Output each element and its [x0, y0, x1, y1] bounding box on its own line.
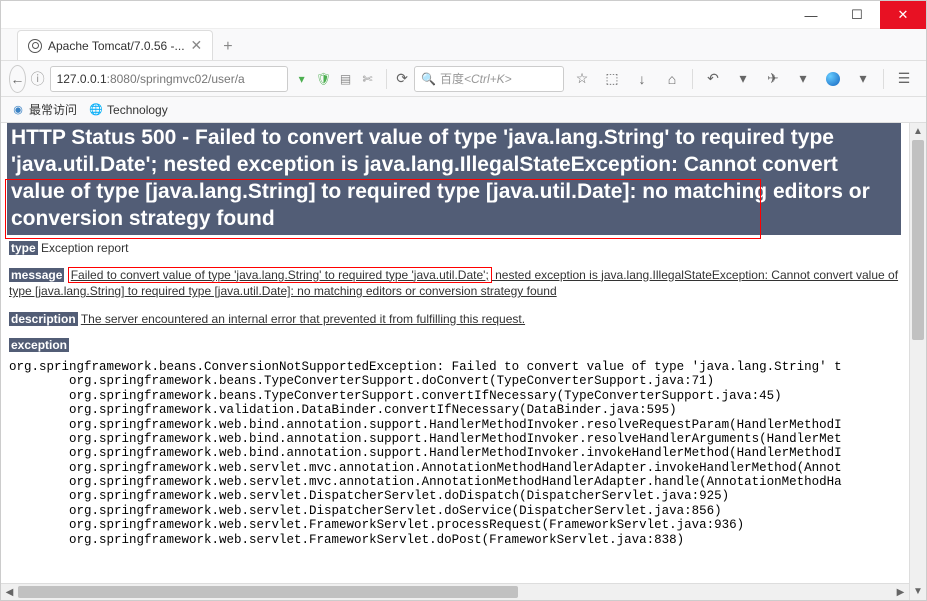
dropdown-icon[interactable]: ▾	[849, 65, 877, 93]
url-bar[interactable]: 127.0.0.1:8080/springmvc02/user/a	[50, 66, 288, 92]
scroll-down-button[interactable]: ▼	[910, 583, 926, 600]
type-value: Exception report	[38, 241, 129, 255]
reader-icon[interactable]: ▤	[336, 69, 356, 89]
scroll-right-button[interactable]: ▶	[892, 584, 909, 600]
description-section: description The server encountered an in…	[1, 306, 909, 332]
search-engine-icon: 🔍	[421, 72, 436, 86]
bookmark-technology[interactable]: 🌐 Technology	[89, 103, 168, 117]
tab-title: Apache Tomcat/7.0.56 -...	[48, 39, 185, 53]
scroll-h-thumb[interactable]	[18, 586, 518, 598]
identity-icon[interactable]: ⓘ	[30, 65, 46, 93]
ie-globe-icon[interactable]	[819, 65, 847, 93]
divider	[692, 69, 693, 89]
close-button[interactable]: ✕	[880, 1, 926, 29]
window-controls: — ☐ ✕	[1, 1, 926, 29]
screenshot-icon[interactable]: ✄	[358, 69, 378, 89]
nav-toolbar: ← ⓘ 127.0.0.1:8080/springmvc02/user/a ▾ …	[1, 61, 926, 97]
most-visited-icon: ◉	[11, 103, 25, 117]
security-check-icon[interactable]: 🛡	[314, 69, 334, 89]
bookmarks-bar: ◉ 最常访问 🌐 Technology	[1, 97, 926, 123]
maximize-button[interactable]: ☐	[834, 1, 880, 29]
url-path: /springmvc02/user/a	[137, 72, 245, 86]
message-section: message Failed to convert value of type …	[1, 261, 909, 307]
search-hint: <Ctrl+K>	[464, 72, 512, 86]
message-text: Failed to convert value of type 'java.la…	[9, 267, 898, 299]
globe-icon: 🌐	[89, 103, 103, 117]
tomcat-favicon	[28, 39, 42, 53]
tab-bar: Apache Tomcat/7.0.56 -... ✕ +	[1, 29, 926, 61]
bookmark-label: Technology	[107, 103, 168, 117]
search-box[interactable]: 🔍 百度 <Ctrl+K>	[414, 66, 564, 92]
security-icons: ▾ 🛡 ▤ ✄	[292, 69, 378, 89]
description-label: description	[9, 312, 78, 326]
shield-icon[interactable]: ▾	[292, 69, 312, 89]
scroll-track[interactable]	[910, 140, 926, 583]
type-section: type Exception report	[1, 235, 909, 261]
type-label: type	[9, 241, 38, 255]
tab-close-icon[interactable]: ✕	[191, 37, 203, 54]
url-port: :8080	[107, 72, 137, 86]
exception-label: exception	[9, 338, 69, 352]
stack-trace: org.springframework.beans.ConversionNotS…	[1, 358, 909, 549]
back-button[interactable]: ←	[9, 65, 26, 93]
toolbar-right: ☆ ⬚ ↓ ⌂ ↶ ▾ ✈ ▾ ▾ ☰	[568, 65, 918, 93]
dropdown-icon[interactable]: ▾	[729, 65, 757, 93]
minimize-button[interactable]: —	[788, 1, 834, 29]
tab-tomcat-error[interactable]: Apache Tomcat/7.0.56 -... ✕	[17, 30, 213, 60]
search-label: 百度	[440, 70, 464, 87]
scroll-h-track[interactable]	[18, 584, 892, 600]
vertical-scrollbar[interactable]: ▲ ▼	[909, 123, 926, 600]
hamburger-menu-icon[interactable]: ☰	[890, 65, 918, 93]
reload-button[interactable]: ⟳	[394, 65, 410, 93]
annotation-box-message: Failed to convert value of type 'java.la…	[68, 267, 492, 283]
downloads-icon[interactable]: ↓	[628, 65, 656, 93]
dropdown-icon[interactable]: ▾	[789, 65, 817, 93]
scroll-up-button[interactable]: ▲	[910, 123, 926, 140]
divider	[883, 69, 884, 89]
description-value: The server encountered an internal error…	[81, 312, 525, 326]
scroll-left-button[interactable]: ◀	[1, 584, 18, 600]
error-heading: HTTP Status 500 - Failed to convert valu…	[7, 123, 901, 235]
bookmark-star-icon[interactable]: ☆	[568, 65, 596, 93]
pocket-icon[interactable]: ⬚	[598, 65, 626, 93]
undo-icon[interactable]: ↶	[699, 65, 727, 93]
divider	[386, 69, 387, 89]
message-label: message	[9, 268, 64, 282]
page-content: HTTP Status 500 - Failed to convert valu…	[1, 123, 926, 600]
bookmark-most-visited[interactable]: ◉ 最常访问	[11, 101, 77, 118]
horizontal-scrollbar[interactable]: ◀ ▶	[1, 583, 909, 600]
send-icon[interactable]: ✈	[759, 65, 787, 93]
home-icon[interactable]: ⌂	[658, 65, 686, 93]
bookmark-label: 最常访问	[29, 101, 77, 118]
exception-section: exception	[1, 332, 909, 358]
url-host: 127.0.0.1	[57, 72, 107, 86]
scroll-thumb[interactable]	[912, 140, 924, 340]
new-tab-button[interactable]: +	[213, 34, 242, 60]
